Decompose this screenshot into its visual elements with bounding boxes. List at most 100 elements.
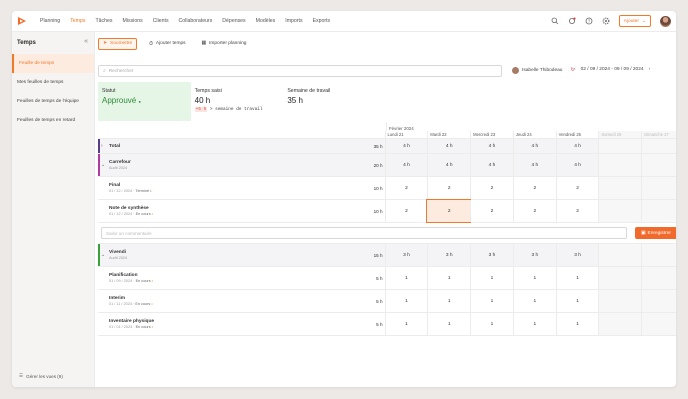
day-cell[interactable]: 1 <box>470 313 513 335</box>
day-cell[interactable]: 1 <box>555 290 599 312</box>
nav-item-clients[interactable]: Clients <box>148 11 174 32</box>
day-cell[interactable] <box>598 290 642 312</box>
day-cell[interactable] <box>641 290 676 312</box>
day-cell[interactable]: 4 h <box>555 139 599 153</box>
save-button[interactable]: ▣ Enregistrer <box>635 227 676 239</box>
day-cell[interactable] <box>598 139 642 153</box>
search-input[interactable]: ⌕ Rechercher <box>98 65 502 77</box>
help-icon[interactable]: ? <box>585 17 593 25</box>
day-cell[interactable]: 1 <box>384 313 428 335</box>
day-cell[interactable]: 2 <box>427 177 470 199</box>
day-cell[interactable]: 4 h <box>427 154 470 176</box>
day-cell[interactable] <box>598 200 642 222</box>
total-row[interactable]: › Total 35 h4 h4 h4 h4 h4 h <box>98 139 676 154</box>
search-icon[interactable] <box>551 17 559 25</box>
nav-item-mod-les[interactable]: Modèles <box>251 11 281 32</box>
chevron-down-icon[interactable]: ⌄ <box>101 162 105 168</box>
day-cell[interactable]: 1 <box>512 313 556 335</box>
settings-icon[interactable] <box>602 17 610 25</box>
notification-icon[interactable] <box>568 17 576 25</box>
day-cell[interactable]: 4 h <box>384 139 428 153</box>
sidebar-item-2[interactable]: Feuilles de temps de l'équipe <box>12 92 94 111</box>
day-cell[interactable]: 4 h <box>427 139 470 153</box>
sidebar-item-1[interactable]: Mes feuilles de temps <box>12 73 94 92</box>
import-planning-button[interactable]: ▦ Importer planning <box>198 38 251 50</box>
nav-item-d-penses[interactable]: Dépenses <box>217 11 250 32</box>
next-week-icon[interactable]: › <box>649 67 651 72</box>
comment-input[interactable]: Saisir un commentaire <box>101 227 627 239</box>
task-row[interactable]: Note de synthèse 01 / 12 / 2024 · En cour… <box>98 199 676 223</box>
day-cell[interactable]: 3 h <box>470 244 513 266</box>
day-cell[interactable]: 2 <box>555 200 599 222</box>
task-row[interactable]: Interim 01 / 11 / 2024 · En cours • 5 h111… <box>98 290 676 313</box>
sidebar-item-0[interactable]: Feuille de temps <box>12 54 94 73</box>
chevron-down-icon[interactable]: ⌄ <box>101 252 105 258</box>
day-cell[interactable]: 2 <box>384 200 428 222</box>
day-cell[interactable]: 1 <box>427 267 470 289</box>
day-cell[interactable] <box>641 154 676 176</box>
day-cell[interactable]: 4 h <box>384 154 428 176</box>
user-selector[interactable]: Isabelle Thibodeau ↻ <box>512 67 574 74</box>
day-cell[interactable]: 1 <box>384 267 428 289</box>
task-row[interactable]: Inventaire physique 01 / 01 / 2024 · En c… <box>98 313 676 336</box>
day-cell[interactable]: 3 h <box>555 244 599 266</box>
day-cell[interactable] <box>598 313 642 335</box>
day-cell[interactable]: 4 h <box>470 154 513 176</box>
nav-item-exports[interactable]: Exports <box>308 11 336 32</box>
day-cell[interactable]: 1 <box>384 290 428 312</box>
day-cell[interactable]: 1 <box>555 267 599 289</box>
chevron-right-icon[interactable]: › <box>101 143 103 149</box>
nav-item-collaborateurs[interactable]: Collaborateurs <box>174 11 218 32</box>
day-cell[interactable] <box>598 177 642 199</box>
day-cell[interactable] <box>641 313 676 335</box>
add-button[interactable]: Ajouter ⌄ <box>618 15 651 27</box>
day-cell[interactable]: 2 <box>555 177 599 199</box>
client-row[interactable]: ⌄ Carrefour Audit 2024 20 h4 h4 h4 h4 h4 h <box>98 154 676 177</box>
add-time-button[interactable]: ⏱ Ajouter temps <box>145 38 189 50</box>
nav-item-t-ches[interactable]: Tâches <box>90 11 117 32</box>
collapse-sidebar-icon[interactable]: « <box>84 38 88 45</box>
day-cell[interactable]: 2 <box>470 177 513 199</box>
day-cell[interactable]: 4 h <box>470 139 513 153</box>
day-cell[interactable] <box>641 177 676 199</box>
day-cell[interactable]: 4 h <box>512 154 556 176</box>
day-cell[interactable] <box>598 154 642 176</box>
nav-item-missions[interactable]: Missions <box>118 11 148 32</box>
day-cell[interactable]: 1 <box>512 290 556 312</box>
date-range-picker[interactable]: ‹ 02 / 09 / 2024 - 09 / 09 / 2024 › <box>574 67 650 72</box>
task-row[interactable]: Planification 01 / 09 / 2024 · En cours •… <box>98 267 676 290</box>
task-row[interactable]: Final 01 / 12 / 2024 · Terminé • 10 h22222 <box>98 177 676 200</box>
nav-item-planning[interactable]: Planning <box>35 11 65 32</box>
manage-views-link[interactable]: ☰ Gérer les vues (9) <box>19 373 63 379</box>
day-cell[interactable]: 1 <box>512 267 556 289</box>
day-cell[interactable] <box>598 267 642 289</box>
user-avatar[interactable] <box>660 15 671 27</box>
day-cell[interactable]: 2 <box>512 177 556 199</box>
day-cell[interactable] <box>641 200 676 222</box>
day-cell[interactable]: 1 <box>470 290 513 312</box>
client-row[interactable]: ⌄ Vivendi Audit 2024 15 h3 h3 h3 h3 h3 h <box>98 244 676 267</box>
nav-item-imports[interactable]: Imports <box>280 11 307 32</box>
day-cell[interactable]: 2 <box>512 200 556 222</box>
app-logo[interactable] <box>17 16 27 26</box>
day-cell[interactable]: 3 h <box>512 244 556 266</box>
sidebar-item-3[interactable]: Feuilles de temps en retard <box>12 111 94 130</box>
day-cell[interactable]: 2 <box>426 199 472 223</box>
day-cell[interactable]: 2 <box>470 200 513 222</box>
day-cell[interactable]: 3 h <box>384 244 428 266</box>
submit-button[interactable]: ➤ Soumettre <box>98 37 138 50</box>
day-cell[interactable]: 4 h <box>512 139 556 153</box>
day-cell[interactable]: 1 <box>427 313 470 335</box>
day-cell[interactable] <box>641 139 676 153</box>
prev-week-icon[interactable]: ‹ <box>574 67 576 72</box>
day-cell[interactable]: 1 <box>555 313 599 335</box>
day-cell[interactable]: 1 <box>470 267 513 289</box>
day-cell[interactable] <box>598 244 642 266</box>
day-cell[interactable]: 3 h <box>427 244 470 266</box>
nav-item-temps[interactable]: Temps <box>65 11 90 32</box>
day-cell[interactable]: 1 <box>427 290 470 312</box>
day-cell[interactable]: 4 h <box>555 154 599 176</box>
day-cell[interactable] <box>641 267 676 289</box>
day-cell[interactable] <box>641 244 676 266</box>
day-cell[interactable]: 2 <box>384 177 428 199</box>
